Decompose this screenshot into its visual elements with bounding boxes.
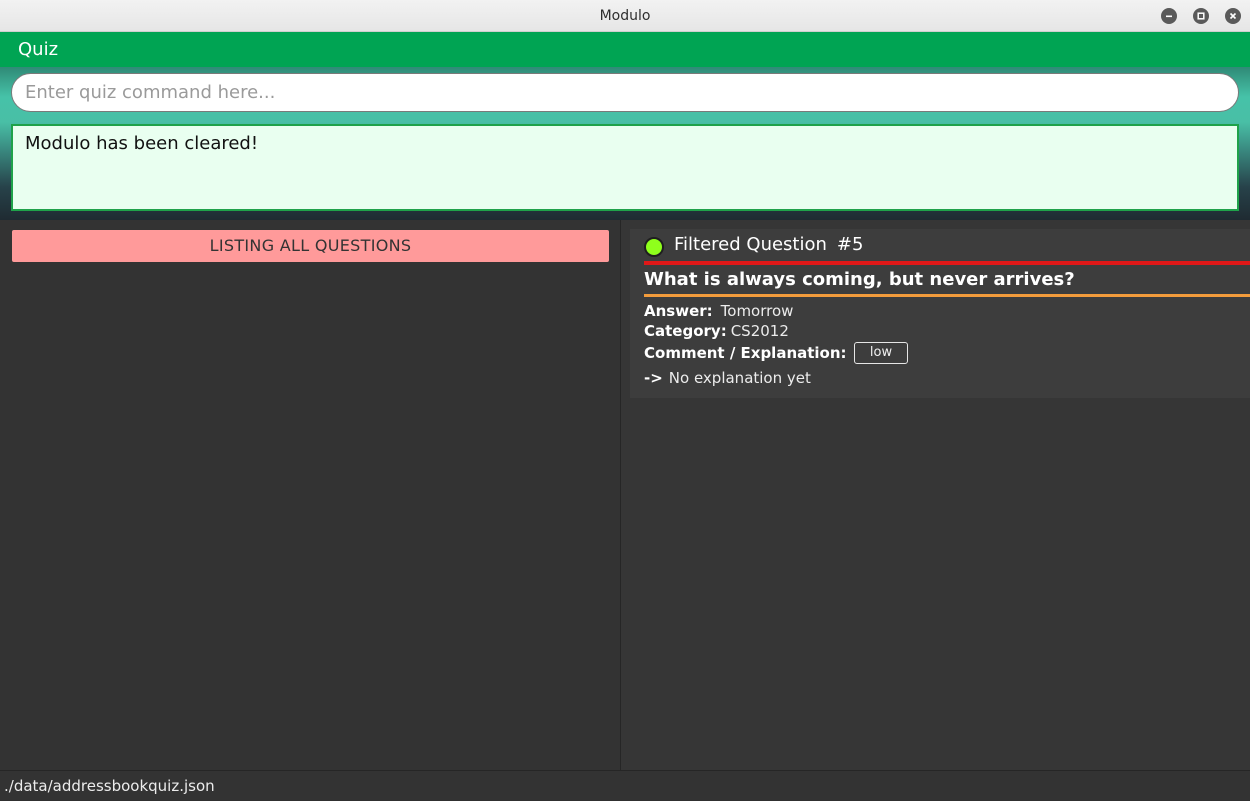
close-icon[interactable] <box>1225 8 1241 24</box>
card-heading-label: Filtered Question <box>674 234 827 255</box>
maximize-icon[interactable] <box>1193 8 1209 24</box>
category-value: CS2012 <box>730 322 789 340</box>
status-bar: ./data/addressbookquiz.json <box>0 770 1250 800</box>
comment-field: Comment / Explanation: <box>644 344 847 362</box>
question-list-panel: LISTING ALL QUESTIONS <box>0 220 621 770</box>
window-titlebar: Modulo <box>0 0 1250 32</box>
menu-bar: Quiz <box>0 32 1250 67</box>
question-card[interactable]: Filtered Question #5 What is always comin… <box>630 229 1250 398</box>
card-heading: Filtered Question #5 <box>674 234 863 255</box>
command-area: Modulo has been cleared! <box>0 67 1250 220</box>
difficulty-tag: low <box>854 342 908 364</box>
window-title: Modulo <box>599 8 651 24</box>
question-detail-panel: Filtered Question #5 What is always comin… <box>621 220 1250 770</box>
heading-divider <box>644 261 1250 265</box>
result-message: Modulo has been cleared! <box>25 133 259 154</box>
command-input[interactable] <box>11 73 1239 112</box>
explanation-text: No explanation yet <box>668 369 811 387</box>
comment-label: Comment / Explanation: <box>644 344 847 362</box>
answer-value: Tomorrow <box>720 302 794 320</box>
question-text: What is always coming, but never arrives… <box>644 269 1075 290</box>
minimize-icon[interactable] <box>1161 8 1177 24</box>
explanation-field: -> No explanation yet <box>644 369 811 387</box>
answer-label: Answer: <box>644 302 713 320</box>
category-field: Category: CS2012 <box>644 322 789 340</box>
question-divider <box>644 294 1250 297</box>
status-dot-icon <box>644 237 664 257</box>
listing-banner: LISTING ALL QUESTIONS <box>12 230 609 262</box>
question-number: #5 <box>836 234 864 255</box>
answer-field: Answer: Tomorrow <box>644 302 793 320</box>
result-display: Modulo has been cleared! <box>11 124 1239 211</box>
category-label: Category: <box>644 322 727 340</box>
data-file-path: ./data/addressbookquiz.json <box>4 777 215 795</box>
explanation-arrow: -> <box>644 369 663 387</box>
menu-item-quiz[interactable]: Quiz <box>18 32 58 67</box>
